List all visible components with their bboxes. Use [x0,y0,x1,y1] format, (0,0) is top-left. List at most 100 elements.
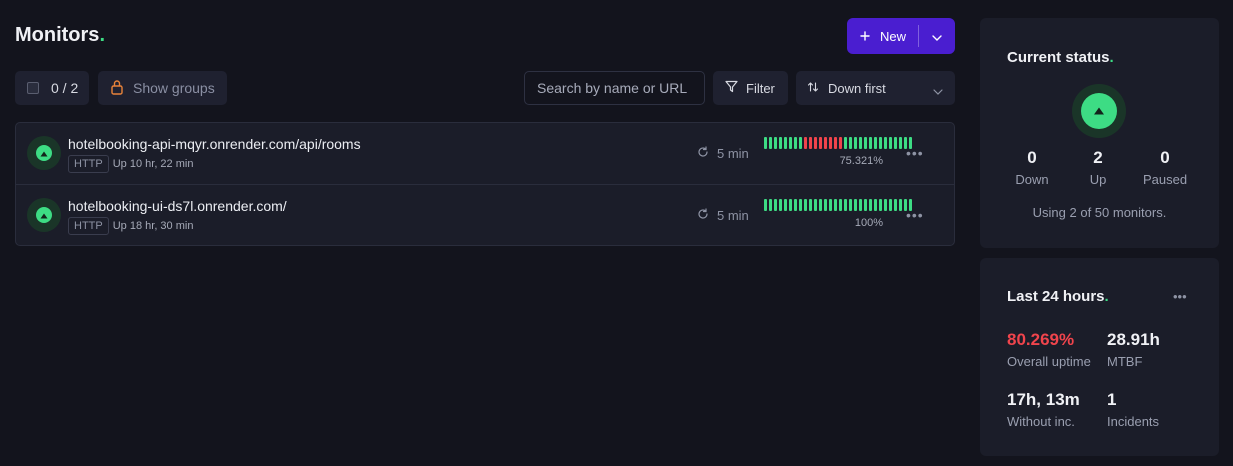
history-bar-up [789,137,792,149]
filter-label: Filter [746,80,775,96]
history-bar-up [769,137,772,149]
new-options-dropdown[interactable] [919,18,955,54]
more-options-icon[interactable]: ••• [906,145,924,161]
history-bar-up [774,199,777,211]
history-bar-down [829,137,832,149]
history-bar-up [844,137,847,149]
new-monitor-split-button: New [847,18,955,54]
card-title: Last 24 hours. [1007,288,1109,305]
history-bar-up [879,137,882,149]
monitor-list: hotelbooking-api-mqyr.onrender.com/api/r… [15,122,955,246]
without-incident-metric: 17h, 13m Without inc. [1007,390,1080,429]
history-bar-up [834,199,837,211]
interval-label: 5 min [717,208,749,223]
history-bar-up [794,137,797,149]
show-groups-button[interactable]: Show groups [98,71,227,105]
uptime-duration: Up 18 hr, 30 min [112,220,194,232]
uptime-percent: 100% [854,217,883,229]
current-status-card: Current status. 0 Down 2 Up 0 Paused Usi… [980,18,1219,248]
history-bar-up [854,137,857,149]
overall-uptime-metric: 80.269% Overall uptime [1007,330,1091,369]
protocol-badge: HTTP [68,217,109,235]
status-indicator [27,136,61,170]
uptime-history-bars [764,199,912,211]
uptime-percent: 75.321% [839,155,883,167]
monitor-url[interactable]: hotelbooking-ui-ds7l.onrender.com/ [68,198,287,214]
more-options-icon[interactable]: ••• [906,207,924,223]
history-bar-up [884,137,887,149]
history-bar-up [799,199,802,211]
check-interval: 5 min [697,146,749,161]
history-bar-up [764,199,767,211]
monitor-url[interactable]: hotelbooking-api-mqyr.onrender.com/api/r… [68,136,361,152]
history-bar-up [779,137,782,149]
history-bar-up [899,199,902,211]
sort-select[interactable]: Down first [796,71,955,105]
up-stat: 2 Up [1089,148,1107,187]
history-bar-up [884,199,887,211]
select-all-control[interactable]: 0 / 2 [15,71,89,105]
history-bar-up [779,199,782,211]
arrow-up-icon [40,206,48,224]
filter-icon [725,80,738,96]
monitor-row[interactable]: hotelbooking-api-mqyr.onrender.com/api/r… [16,123,954,184]
new-button-label: New [880,28,907,44]
history-bar-up [854,199,857,211]
history-bar-down [839,137,842,149]
history-bar-up [784,199,787,211]
new-monitor-button[interactable]: New [847,18,918,54]
arrow-up-icon [1093,102,1105,120]
history-bar-up [874,137,877,149]
history-bar-up [844,199,847,211]
history-bar-up [769,199,772,211]
history-bar-up [819,199,822,211]
refresh-icon [697,146,709,161]
sort-icon [807,81,819,96]
history-bar-down [814,137,817,149]
history-bar-up [829,199,832,211]
mtbf-metric: 28.91h MTBF [1107,330,1160,369]
select-all-checkbox[interactable] [27,82,39,94]
sort-label: Down first [828,80,886,96]
plus-icon [860,29,870,44]
monitor-row[interactable]: hotelbooking-ui-ds7l.onrender.com/ HTTP … [16,184,954,245]
search-input[interactable] [524,71,705,105]
history-bar-up [899,137,902,149]
history-bar-up [869,199,872,211]
history-bar-up [799,137,802,149]
history-bar-up [879,199,882,211]
history-bar-up [889,199,892,211]
check-interval: 5 min [697,208,749,223]
down-stat: 0 Down [1015,148,1049,187]
history-bar-up [859,137,862,149]
protocol-badge: HTTP [68,155,109,173]
history-bar-up [889,137,892,149]
history-bar-up [864,199,867,211]
arrow-up-icon [40,144,48,162]
history-bar-up [814,199,817,211]
history-bar-down [824,137,827,149]
selection-count: 0 / 2 [51,80,79,96]
history-bar-up [804,199,807,211]
status-indicator [27,198,61,232]
history-bar-down [819,137,822,149]
paused-stat: 0 Paused [1142,148,1188,187]
history-bar-down [804,137,807,149]
history-bar-up [809,199,812,211]
history-bar-up [789,199,792,211]
card-title: Current status. [1007,49,1114,66]
incidents-metric: 1 Incidents [1107,390,1160,429]
history-bar-up [774,137,777,149]
filter-button[interactable]: Filter [713,71,788,105]
history-bar-down [834,137,837,149]
history-bar-up [824,199,827,211]
history-bar-up [784,137,787,149]
history-bar-up [864,137,867,149]
usage-text: Using 2 of 50 monitors. [1032,205,1167,220]
page-title: Monitors. [15,24,105,46]
history-bar-up [849,137,852,149]
history-bar-up [874,199,877,211]
history-bar-up [869,137,872,149]
more-options-icon[interactable]: ••• [1173,289,1187,304]
lock-icon [110,79,124,98]
